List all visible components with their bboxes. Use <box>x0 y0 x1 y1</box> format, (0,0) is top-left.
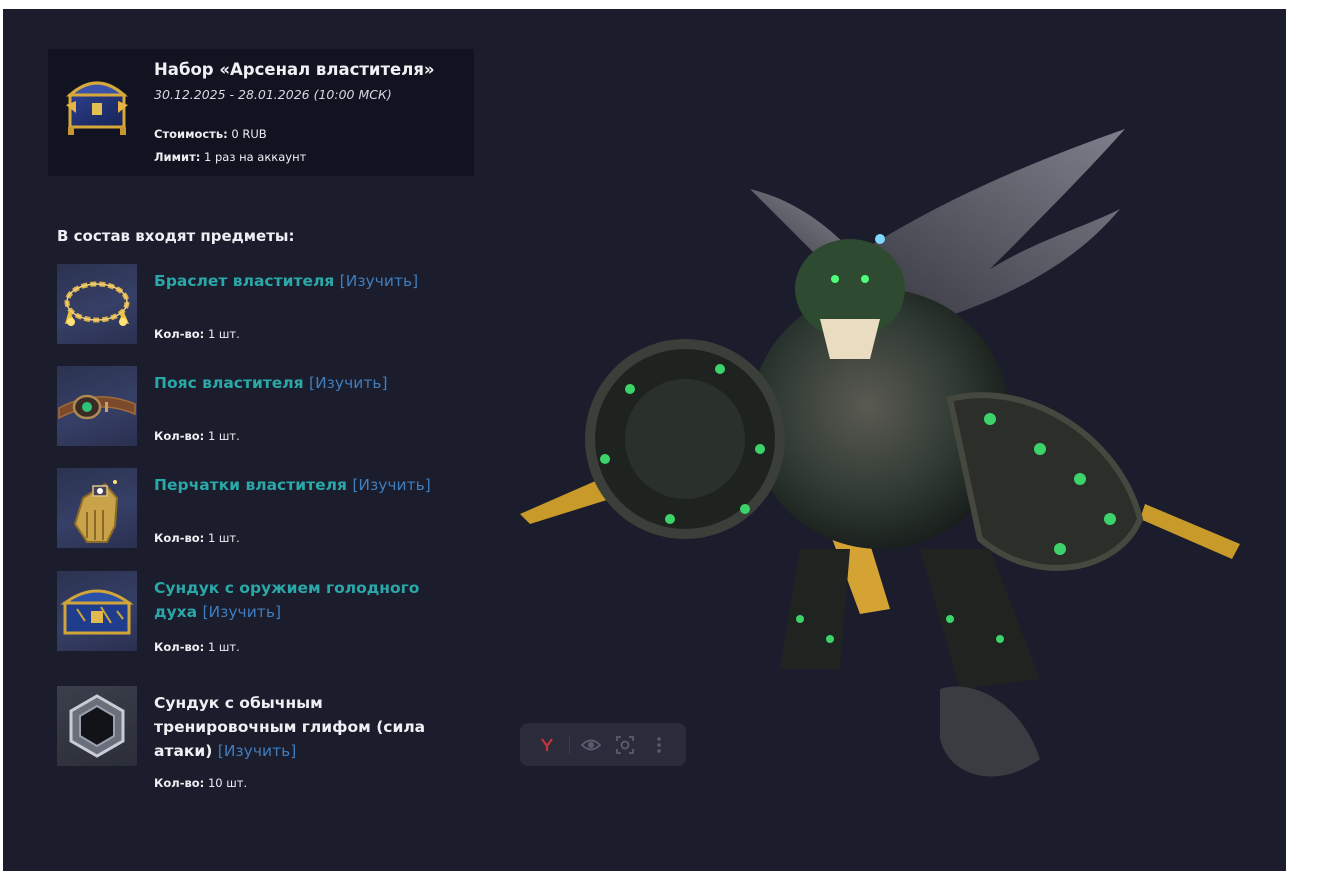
item-quantity: Кол-во: 1 шт. <box>154 327 240 341</box>
qty-label: Кол-во: <box>154 640 205 654</box>
limit-value: 1 раз на аккаунт <box>204 150 307 164</box>
bundle-header-card: Набор «Арсенал властителя» 30.12.2025 - … <box>48 49 474 176</box>
character-image <box>520 119 1245 799</box>
study-link[interactable]: [Изучить] <box>218 742 297 760</box>
bundle-cost: Стоимость: 0 RUB <box>154 127 267 141</box>
gloves-icon <box>57 468 137 548</box>
qty-value: 1 шт. <box>207 531 240 545</box>
item-name: Перчатки властителя [Изучить] <box>154 473 454 497</box>
toolbar-divider <box>568 735 570 754</box>
item-name: Браслет властителя [Изучить] <box>154 269 454 293</box>
item-title: Перчатки властителя <box>154 476 347 494</box>
image-toolbar <box>520 723 686 766</box>
bundle-title: Набор «Арсенал властителя» <box>154 60 435 79</box>
belt-icon <box>57 366 137 446</box>
study-link[interactable]: [Изучить] <box>203 603 282 621</box>
qty-label: Кол-во: <box>154 327 205 341</box>
bundle-limit: Лимит: 1 раз на аккаунт <box>154 150 306 164</box>
item-quantity: Кол-во: 1 шт. <box>154 531 240 545</box>
study-link[interactable]: [Изучить] <box>309 374 388 392</box>
item-quantity: Кол-во: 1 шт. <box>154 429 240 443</box>
qty-label: Кол-во: <box>154 776 205 790</box>
qty-value: 10 шт. <box>207 776 248 790</box>
glyph-icon <box>57 686 137 766</box>
content-panel: Набор «Арсенал властителя» 30.12.2025 - … <box>3 9 1286 871</box>
cost-label: Стоимость: <box>154 127 228 141</box>
eye-icon[interactable] <box>579 733 603 757</box>
item-quantity: Кол-во: 1 шт. <box>154 640 240 654</box>
item-title: Браслет властителя <box>154 272 335 290</box>
qty-label: Кол-во: <box>154 531 205 545</box>
bundle-dates: 30.12.2025 - 28.01.2026 (10:00 МСК) <box>154 87 392 102</box>
screenshot-icon[interactable] <box>613 733 637 757</box>
item-quantity: Кол-во: 10 шт. <box>154 776 247 790</box>
limit-label: Лимит: <box>154 150 201 164</box>
item-title: Пояс властителя <box>154 374 304 392</box>
yandex-icon[interactable] <box>535 733 559 757</box>
treasure-chest-icon <box>62 65 132 145</box>
qty-value: 1 шт. <box>207 429 240 443</box>
cost-value: 0 RUB <box>231 127 267 141</box>
contents-heading: В состав входят предметы: <box>57 227 295 245</box>
bracelet-icon <box>57 264 137 344</box>
item-name: Сундук с обычным тренировочным глифом (с… <box>154 691 454 763</box>
study-link[interactable]: [Изучить] <box>352 476 431 494</box>
qty-label: Кол-во: <box>154 429 205 443</box>
item-title: Сундук с оружием голодного духа <box>154 579 420 621</box>
item-name: Сундук с оружием голодного духа [Изучить… <box>154 576 454 624</box>
qty-value: 1 шт. <box>207 327 240 341</box>
item-name: Пояс властителя [Изучить] <box>154 371 454 395</box>
study-link[interactable]: [Изучить] <box>340 272 419 290</box>
more-icon[interactable] <box>647 733 671 757</box>
chest-icon <box>57 571 137 651</box>
qty-value: 1 шт. <box>207 640 240 654</box>
